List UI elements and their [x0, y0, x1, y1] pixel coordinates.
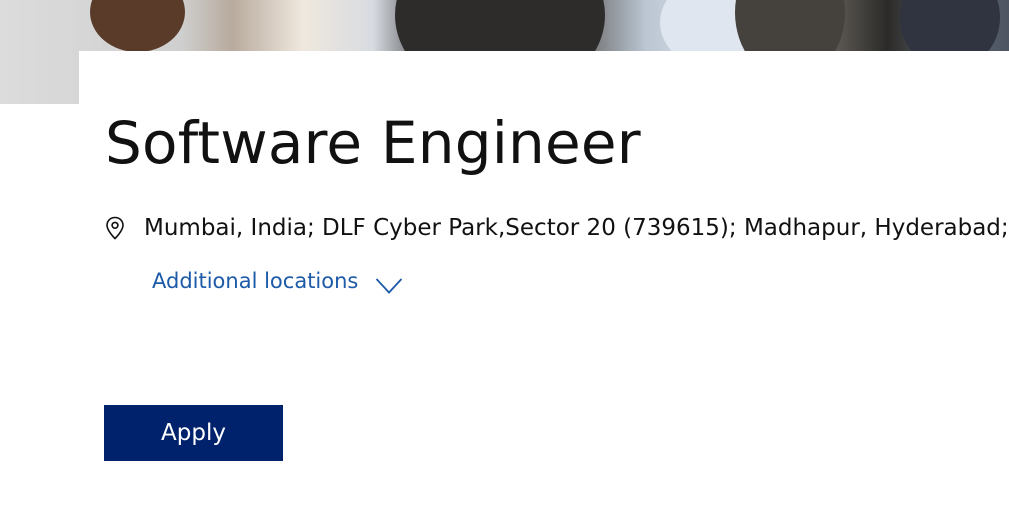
additional-locations-toggle[interactable]: Additional locations	[152, 265, 403, 297]
job-title: Software Engineer	[105, 109, 641, 177]
location-row: Mumbai, India; DLF Cyber Park,Sector 20 …	[105, 210, 1009, 246]
chevron-down-icon	[375, 272, 403, 294]
map-pin-icon	[105, 216, 125, 240]
additional-locations-label: Additional locations	[152, 269, 359, 293]
apply-button[interactable]: Apply	[104, 405, 283, 461]
hero-person-shape	[90, 0, 185, 52]
location-text: Mumbai, India; DLF Cyber Park,Sector 20 …	[144, 215, 1009, 241]
